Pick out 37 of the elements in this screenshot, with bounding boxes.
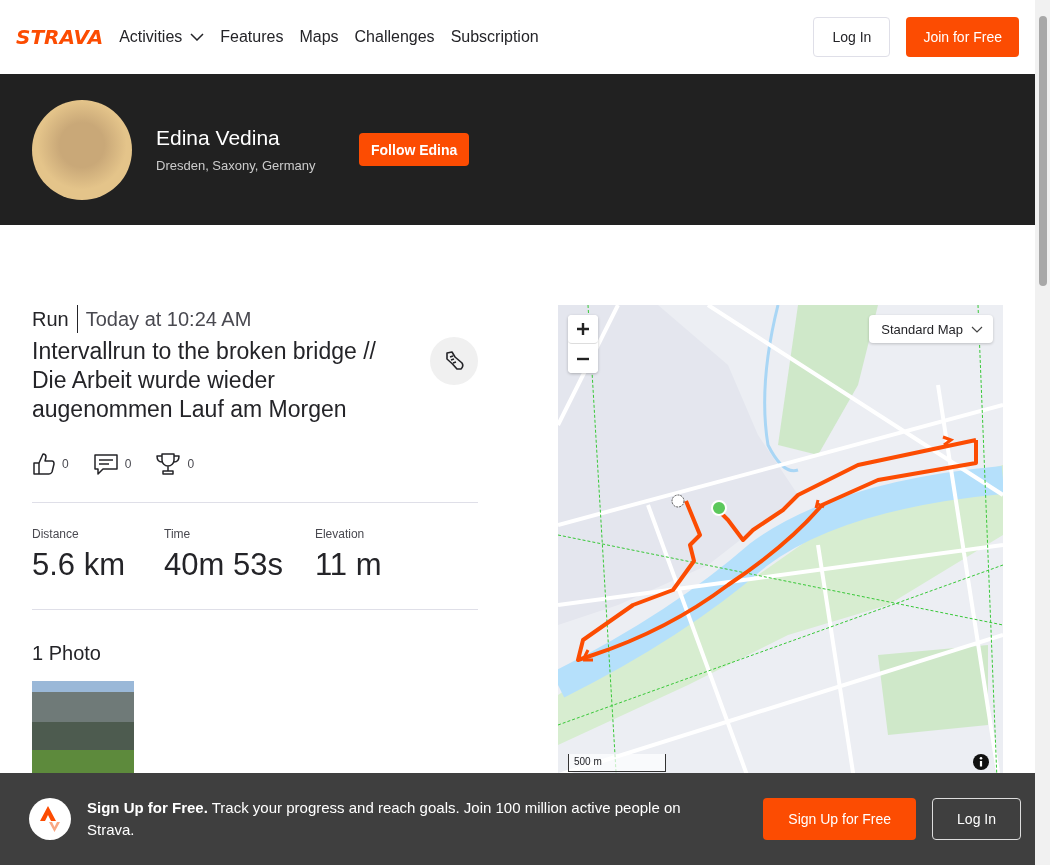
kudos-count: 0 xyxy=(62,457,69,471)
nav-link[interactable]: Maps xyxy=(299,28,339,46)
trophy-icon[interactable] xyxy=(155,452,182,476)
comment-count: 0 xyxy=(124,457,132,471)
activity-date: Today at 10:24 AM xyxy=(84,307,252,331)
banner-login-button[interactable]: Log In xyxy=(932,798,1021,840)
zoom-in-button[interactable] xyxy=(568,315,598,344)
achievement-count: 0 xyxy=(187,457,195,471)
chevron-down-icon xyxy=(971,325,983,333)
stat-label: Elevation xyxy=(314,527,366,541)
stat-label: Time xyxy=(164,527,192,541)
stat-value: 11 m xyxy=(314,547,383,583)
nav-link[interactable]: Subscription xyxy=(450,28,539,46)
map-scale: 500 m xyxy=(568,754,666,772)
nav-link[interactable]: Features xyxy=(220,28,284,46)
plus-icon xyxy=(576,322,590,336)
info-icon[interactable] xyxy=(973,754,989,770)
scrollbar[interactable] xyxy=(1035,0,1050,865)
photos-heading: 1 Photo xyxy=(32,642,102,665)
photo-placeholder[interactable] xyxy=(32,681,134,773)
minus-icon xyxy=(576,356,590,361)
athlete-location: Dresden, Saxony, Germany xyxy=(156,158,317,173)
activity-title: Intervallrun to the broken bridge // Die Arbeit wurde wieder augenommen Lauf am Morgen xyxy=(32,337,377,424)
map-style-select[interactable]: Standard Map xyxy=(869,315,993,343)
zoom-out-button[interactable] xyxy=(568,344,598,373)
stat-value: 5.6 km xyxy=(32,547,127,583)
stat-value: 40m 53s xyxy=(164,547,283,583)
nav-link[interactable]: Challenges xyxy=(354,28,435,46)
stat-label: Distance xyxy=(32,527,80,541)
athlete-name: Edina Vedina xyxy=(156,126,281,150)
thumbs-up-icon[interactable] xyxy=(32,452,56,476)
signup-message: Sign Up for Free. Track your progress and reach goals. Join 100 million active people on Strava. xyxy=(87,798,682,840)
comment-icon[interactable] xyxy=(92,452,119,476)
login-button[interactable]: Log In xyxy=(813,17,891,57)
strava-logo-icon xyxy=(29,798,71,840)
activity-type: Run xyxy=(32,305,78,333)
nav-link[interactable]: Activities xyxy=(119,28,205,46)
